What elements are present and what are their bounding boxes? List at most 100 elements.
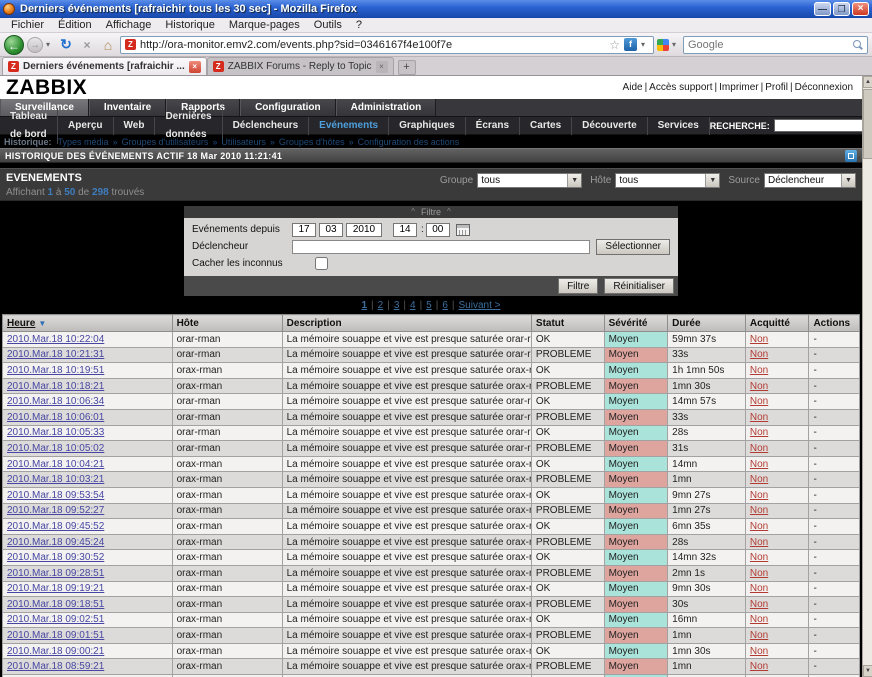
since-year-input[interactable] (346, 222, 382, 237)
ack-link[interactable]: Non (750, 334, 768, 345)
ack-link[interactable]: Non (750, 459, 768, 470)
event-time-link[interactable]: 2010.Mar.18 09:53:54 (7, 490, 104, 501)
ack-link[interactable]: Non (750, 521, 768, 532)
column-header[interactable]: Actions (808, 314, 860, 332)
sub-nav-item[interactable]: Écrans (466, 116, 521, 135)
vertical-scrollbar[interactable]: ▲ ▼ (862, 76, 872, 677)
column-header[interactable]: Sévérité (603, 314, 669, 332)
browser-tab[interactable]: Z Derniers événements [rafraichir ... × (2, 57, 207, 75)
ack-link[interactable]: Non (750, 396, 768, 407)
event-time-link[interactable]: 2010.Mar.18 10:19:51 (7, 365, 104, 376)
event-time-link[interactable]: 2010.Mar.18 09:18:51 (7, 599, 104, 610)
header-link[interactable]: Profil (764, 82, 789, 93)
event-time-link[interactable]: 2010.Mar.18 10:04:21 (7, 459, 104, 470)
ack-link[interactable]: Non (750, 474, 768, 485)
scrollbar-thumb[interactable] (863, 89, 872, 159)
since-month-input[interactable] (319, 222, 343, 237)
since-hour-input[interactable] (393, 222, 417, 237)
search-input[interactable] (688, 38, 849, 51)
menu-item[interactable]: Marque-pages (222, 19, 307, 31)
event-time-link[interactable]: 2010.Mar.18 10:21:31 (7, 349, 104, 360)
url-bar[interactable]: Z ☆ f ▾ (120, 35, 654, 54)
scroll-down-icon[interactable]: ▼ (863, 665, 872, 677)
event-time-link[interactable]: 2010.Mar.18 09:30:52 (7, 552, 104, 563)
tab-close-icon[interactable]: × (188, 60, 201, 73)
page-link[interactable]: 6 (442, 300, 448, 311)
restore-button[interactable]: ❐ (833, 2, 850, 16)
header-link[interactable]: Accès support (648, 82, 713, 93)
forward-button[interactable]: → (27, 36, 43, 53)
chevron-down-icon[interactable]: ▼ (841, 174, 855, 187)
next-page-link[interactable]: Suivant > (459, 300, 501, 311)
breadcrumb-link[interactable]: Groupes d'hôtes (279, 137, 345, 147)
top-filter-select[interactable]: Déclencheur ▼ (764, 173, 856, 188)
menu-item[interactable]: Affichage (99, 19, 159, 31)
event-time-link[interactable]: 2010.Mar.18 10:06:01 (7, 412, 104, 423)
ack-link[interactable]: Non (750, 646, 768, 657)
breadcrumb-link[interactable]: Configuration des actions (358, 137, 460, 147)
sub-nav-item[interactable]: Services (648, 116, 710, 135)
recherche-input[interactable] (773, 119, 862, 132)
ack-link[interactable]: Non (750, 568, 768, 579)
ack-link[interactable]: Non (750, 505, 768, 516)
ack-link[interactable]: Non (750, 661, 768, 672)
header-link[interactable]: Imprimer (718, 82, 759, 93)
event-time-link[interactable]: 2010.Mar.18 09:01:51 (7, 630, 104, 641)
browser-tab[interactable]: Z ZABBIX Forums - Reply to Topic × (206, 57, 394, 75)
since-minute-input[interactable] (425, 222, 450, 237)
home-button[interactable]: ⌂ (99, 37, 117, 53)
top-filter-select[interactable]: tous ▼ (477, 173, 583, 188)
page-link[interactable]: 1 (361, 300, 367, 311)
breadcrumb-link[interactable]: Types média (58, 137, 109, 147)
sub-nav-item[interactable]: Déclencheurs (223, 116, 310, 135)
event-time-link[interactable]: 2010.Mar.18 10:18:21 (7, 381, 104, 392)
event-time-link[interactable]: 2010.Mar.18 09:28:51 (7, 568, 104, 579)
header-link[interactable]: Aide (622, 82, 644, 93)
menu-item[interactable]: ? (349, 19, 369, 31)
calendar-icon[interactable] (455, 223, 470, 236)
close-button[interactable]: × (852, 2, 869, 16)
breadcrumb-link[interactable]: Groupes d'utilisateurs (122, 137, 209, 147)
chevron-down-icon[interactable]: ▼ (567, 174, 582, 187)
scroll-up-icon[interactable]: ▲ (863, 76, 872, 88)
column-header[interactable]: Heure ▼ (2, 314, 173, 332)
reload-button[interactable]: ↻ (57, 36, 75, 53)
menu-item[interactable]: Fichier (4, 19, 51, 31)
top-filter-select[interactable]: tous ▼ (615, 173, 721, 188)
sub-nav-item[interactable]: Web (114, 116, 156, 135)
menu-item[interactable]: Outils (307, 19, 349, 31)
event-time-link[interactable]: 2010.Mar.18 10:05:33 (7, 427, 104, 438)
ack-link[interactable]: Non (750, 349, 768, 360)
event-time-link[interactable]: 2010.Mar.18 10:03:21 (7, 474, 104, 485)
breadcrumb-link[interactable]: Utilisateurs (221, 137, 266, 147)
back-button[interactable]: ← (4, 34, 24, 55)
event-time-link[interactable]: 2010.Mar.18 09:45:24 (7, 537, 104, 548)
chevron-down-icon[interactable]: ▼ (705, 174, 720, 187)
filter-panel-header[interactable]: ^ Filtre ^ (184, 206, 678, 218)
trigger-input[interactable] (292, 239, 591, 254)
event-time-link[interactable]: 2010.Mar.18 09:52:27 (7, 505, 104, 516)
page-link[interactable]: 3 (394, 300, 400, 311)
ack-link[interactable]: Non (750, 614, 768, 625)
sub-nav-item[interactable]: Cartes (520, 116, 573, 135)
column-header[interactable]: Hôte (171, 314, 283, 332)
event-time-link[interactable]: 2010.Mar.18 10:06:34 (7, 396, 104, 407)
column-header[interactable]: Acquitté (744, 314, 810, 332)
select-button[interactable]: Sélectionner (596, 238, 670, 255)
ack-link[interactable]: Non (750, 427, 768, 438)
fullscreen-icon[interactable] (845, 149, 857, 162)
ack-link[interactable]: Non (750, 365, 768, 376)
event-time-link[interactable]: 2010.Mar.18 09:45:52 (7, 521, 104, 532)
stop-button[interactable]: × (78, 38, 96, 52)
sub-nav-item[interactable]: Evénements (309, 116, 390, 135)
event-time-link[interactable]: 2010.Mar.18 09:00:21 (7, 646, 104, 657)
reset-button[interactable]: Réinitialiser (604, 278, 674, 294)
menu-item[interactable]: Édition (51, 19, 99, 31)
filter-button[interactable]: Filtre (558, 278, 599, 294)
history-dropdown-icon[interactable]: ▾ (46, 40, 54, 49)
sub-nav-item[interactable]: Aperçu (58, 116, 114, 135)
sort-desc-icon[interactable]: ▼ (38, 319, 46, 328)
page-link[interactable]: 5 (426, 300, 432, 311)
menu-item[interactable]: Historique (158, 19, 222, 31)
new-tab-button[interactable]: + (397, 60, 416, 75)
